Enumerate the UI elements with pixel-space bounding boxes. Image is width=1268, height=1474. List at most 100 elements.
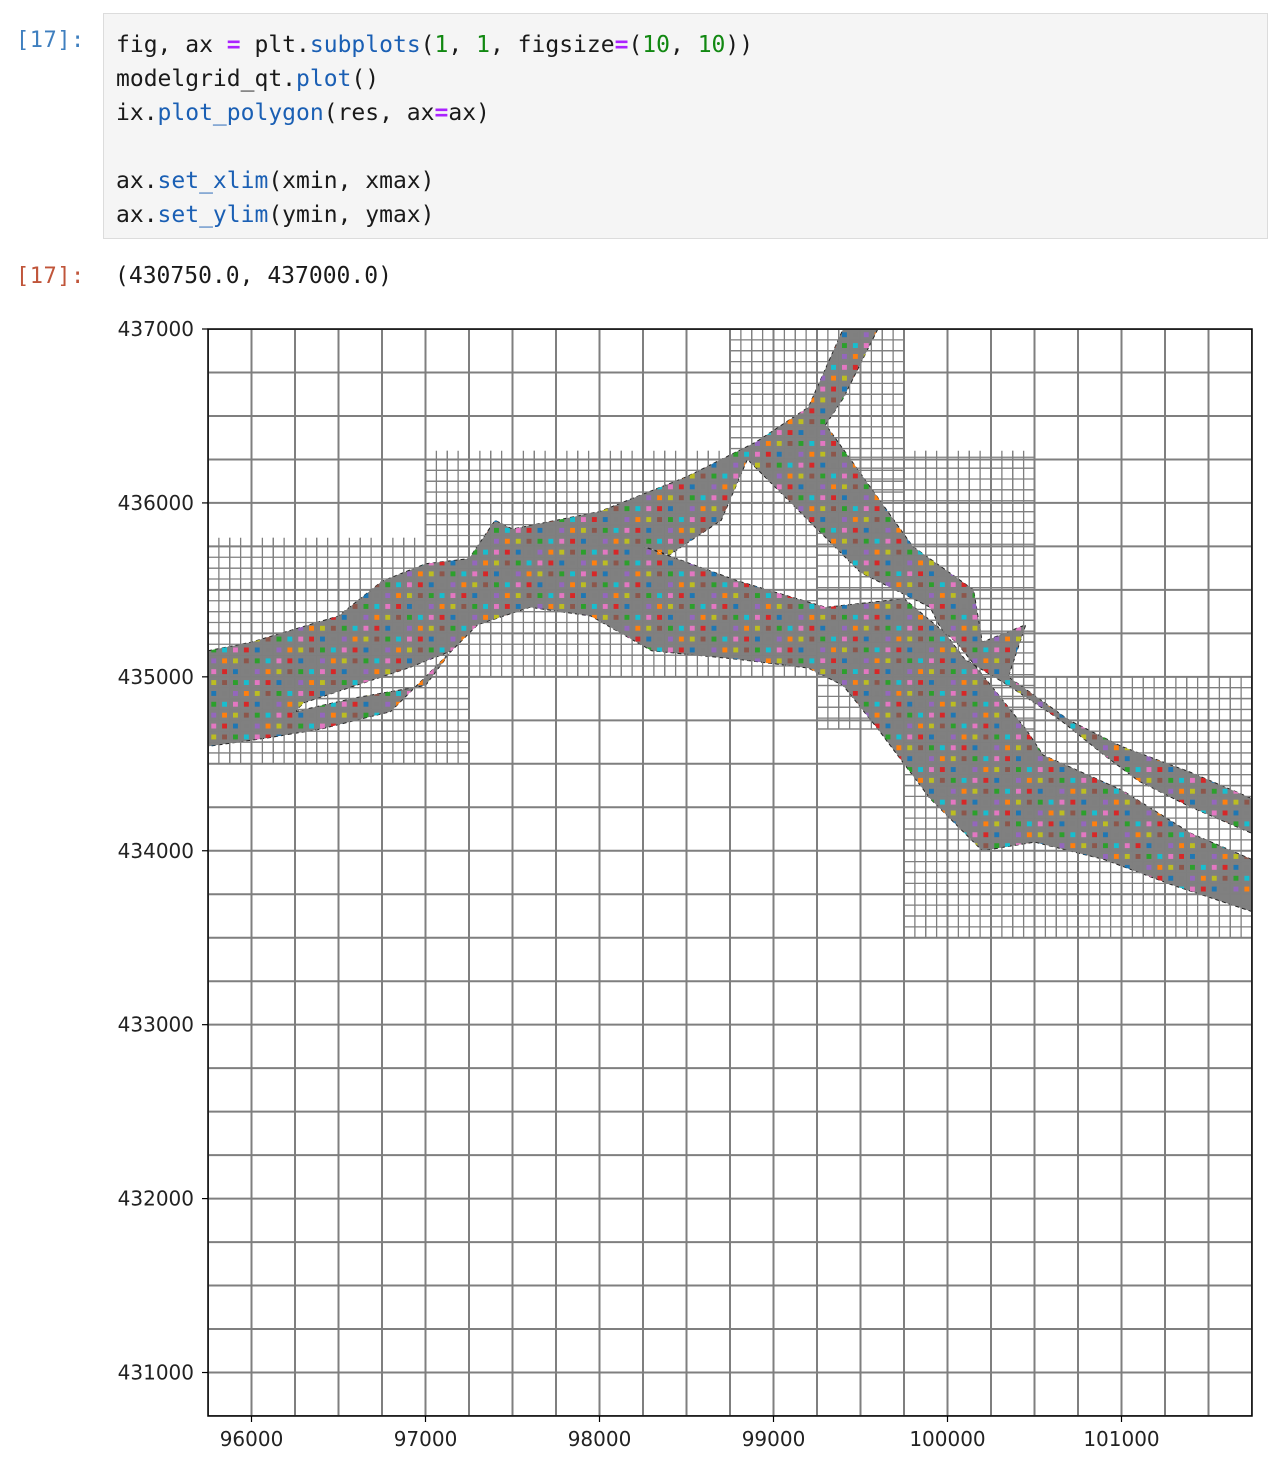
grid-cell-fill: [298, 723, 304, 729]
grid-cell-fill: [918, 680, 923, 685]
grid-cell-fill: [1211, 864, 1217, 870]
grid-cell-fill: [635, 517, 641, 522]
code-token: (): [351, 66, 380, 92]
grid-cell-fill: [668, 495, 673, 501]
grid-cell-fill: [994, 832, 1000, 838]
grid-cell-fill: [1168, 767, 1174, 772]
grid-cell-fill: [842, 658, 847, 664]
grid-cell-fill: [1244, 886, 1250, 892]
grid-cell-fill: [1179, 788, 1184, 794]
grid-cell-fill: [494, 593, 499, 598]
grid-cell-fill: [1233, 821, 1239, 827]
grid-cell-fill: [309, 636, 314, 642]
grid-cell-fill: [657, 538, 662, 544]
grid-cell-fill: [831, 441, 836, 446]
grid-cell-fill: [613, 571, 619, 577]
grid-cell-fill: [939, 636, 945, 642]
grid-cell-fill: [243, 712, 249, 718]
grid-cell-fill: [939, 767, 945, 772]
code-token: (ymin, ymax): [268, 202, 435, 228]
grid-cell-fill: [548, 604, 554, 609]
grid-cell-fill: [1135, 854, 1141, 859]
grid-cell-fill: [918, 701, 923, 707]
grid-cell-fill: [896, 669, 902, 675]
grid-cell-fill: [722, 473, 728, 479]
code-editor[interactable]: fig, ax = plt.subplots(1, 1, figsize=(10…: [116, 28, 753, 232]
grid-cell-fill: [776, 484, 782, 490]
grid-cell-fill: [330, 647, 336, 653]
grid-cell-fill: [548, 560, 554, 566]
grid-cell-fill: [309, 658, 314, 664]
grid-cell-fill: [994, 799, 1000, 805]
code-token: (res, ax: [323, 100, 435, 126]
grid-cell-fill: [852, 549, 858, 555]
grid-cell-fill: [863, 517, 869, 522]
grid-cell-fill: [613, 506, 619, 512]
grid-cell-fill: [624, 625, 630, 631]
grid-cell-fill: [1146, 777, 1152, 783]
grid-cell-fill: [1179, 832, 1184, 838]
grid-cell-fill: [852, 484, 858, 490]
grid-cell-fill: [929, 745, 934, 751]
grid-cell-fill: [874, 691, 880, 696]
grid-cell-fill: [765, 473, 771, 479]
grid-cell-fill: [874, 517, 880, 522]
grid-cell-fill: [254, 658, 260, 664]
grid-cell-fill: [222, 647, 227, 653]
grid-cell-fill: [896, 723, 902, 729]
grid-cell-fill: [287, 647, 293, 653]
grid-cell-fill: [896, 701, 902, 707]
grid-cell-fill: [765, 636, 771, 642]
grid-cell-fill: [896, 691, 902, 696]
grid-cell-fill: [515, 549, 521, 555]
grid-cell-fill: [983, 647, 989, 653]
grid-cell-fill: [863, 614, 869, 620]
grid-cell-fill: [407, 604, 412, 609]
grid-cell-fill: [417, 571, 423, 577]
grid-cell-fill: [1179, 777, 1184, 783]
grid-cell-fill: [646, 517, 652, 522]
grid-cell-fill: [1157, 777, 1163, 783]
grid-cell-fill: [961, 756, 967, 762]
grid-cell-fill: [1048, 810, 1054, 816]
grid-cell-fill: [820, 625, 826, 631]
grid-cell-fill: [1103, 843, 1108, 849]
grid-cell-fill: [700, 484, 706, 490]
grid-cell-fill: [929, 680, 934, 685]
grid-cell-fill: [852, 527, 858, 533]
grid-cell-fill: [907, 571, 913, 577]
grid-cell-fill: [265, 701, 271, 707]
grid-cell-fill: [689, 625, 695, 631]
grid-cell-fill: [874, 625, 880, 631]
grid-cell-fill: [863, 343, 869, 348]
grid-cell-fill: [885, 571, 891, 577]
grid-cell-fill: [842, 462, 847, 468]
grid-cell-fill: [330, 680, 336, 685]
grid-cell-fill: [842, 354, 847, 359]
grid-cell-fill: [1016, 734, 1021, 740]
grid-cell-fill: [798, 430, 804, 435]
grid-cell-fill: [635, 527, 641, 533]
grid-cell-fill: [798, 647, 804, 653]
grid-cell-fill: [211, 691, 217, 696]
grid-cell-fill: [939, 712, 945, 718]
grid-cell-fill: [939, 571, 945, 577]
grid-cell-fill: [918, 560, 923, 566]
grid-cell-fill: [624, 527, 630, 533]
grid-cell-fill: [320, 636, 325, 642]
grid-cell-fill: [1222, 886, 1228, 892]
grid-cell-fill: [776, 658, 782, 664]
grid-cell-fill: [950, 756, 956, 762]
grid-cell-fill: [646, 560, 652, 566]
grid-cell-fill: [624, 560, 630, 566]
grid-cell-fill: [211, 669, 217, 675]
grid-cell-fill: [820, 430, 826, 435]
grid-cell-fill: [994, 788, 1000, 794]
grid-cell-fill: [385, 593, 391, 598]
grid-cell-fill: [309, 625, 314, 631]
code-cell-input[interactable]: fig, ax = plt.subplots(1, 1, figsize=(10…: [103, 13, 1268, 239]
grid-cell-fill: [711, 625, 717, 631]
grid-cell-fill: [1016, 788, 1021, 794]
grid-cell-fill: [776, 625, 782, 631]
grid-cell-fill: [831, 386, 836, 392]
